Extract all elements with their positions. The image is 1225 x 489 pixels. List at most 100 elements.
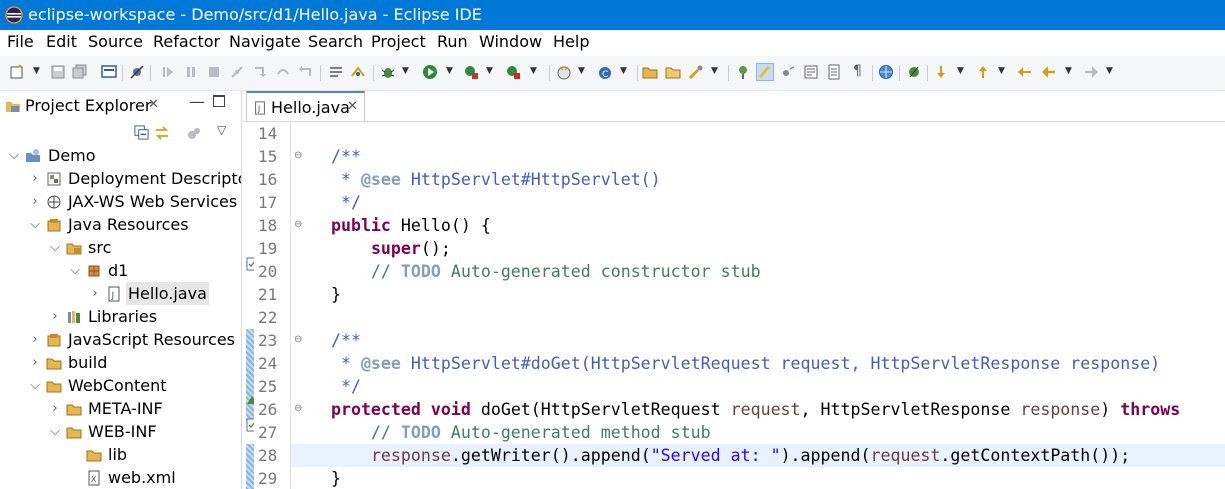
tree-item-d1[interactable]: ⌵ d1 (0, 259, 241, 282)
chevron-right-icon[interactable]: › (29, 167, 41, 190)
show-whitespace-icon[interactable] (803, 64, 819, 80)
tree-item-src[interactable]: ⌵ src (0, 236, 241, 259)
block-selection-icon[interactable] (780, 64, 796, 80)
previous-annotation-icon[interactable] (975, 64, 991, 80)
chevron-down-icon[interactable]: ⌵ (29, 213, 41, 236)
tree-item-build[interactable]: › build (0, 351, 241, 374)
save-icon[interactable] (50, 64, 66, 80)
step-into-icon[interactable] (252, 64, 268, 80)
web-browser-icon[interactable] (878, 64, 894, 80)
menu-navigate[interactable]: Navigate (229, 30, 301, 54)
tree-item-meta-inf[interactable]: › META-INF (0, 397, 241, 420)
tree-item-jax-ws[interactable]: › JAX-WS Web Services (0, 190, 241, 213)
forward-icon[interactable] (1083, 64, 1099, 80)
chevron-right-icon[interactable]: › (49, 305, 61, 328)
minimize-icon[interactable]: — (189, 92, 205, 111)
next-annotation-dropdown-icon[interactable]: ▼ (957, 66, 964, 76)
code-line[interactable]: // TODO Auto-generated constructor stub (291, 260, 1225, 283)
code-line[interactable]: */ (291, 375, 1225, 398)
link-with-editor-icon[interactable] (154, 125, 170, 141)
tree-item-java-resources[interactable]: ⌵ Java Resources (0, 213, 241, 236)
new-java-class-icon[interactable]: C (597, 64, 613, 80)
editor-tab-hello-java[interactable]: J Hello.java ✕ (246, 91, 365, 121)
chevron-right-icon[interactable]: › (89, 282, 101, 305)
focus-icon[interactable] (186, 125, 202, 141)
close-icon[interactable]: ✕ (148, 97, 159, 112)
menu-source[interactable]: Source (88, 30, 143, 54)
debug-dropdown-icon[interactable]: ▼ (402, 66, 409, 76)
run-icon[interactable] (422, 64, 438, 80)
menu-refactor[interactable]: Refactor (153, 30, 220, 54)
new-server-icon[interactable] (556, 64, 572, 80)
previous-annotation-dropdown-icon[interactable]: ▼ (998, 66, 1005, 76)
code-line[interactable]: response.getWriter().append("Served at: … (291, 444, 1225, 467)
chevron-down-icon[interactable]: ⌵ (29, 374, 41, 397)
tree-item-deployment-descriptor[interactable]: › Deployment Descriptor (0, 167, 241, 190)
code-line[interactable]: * @see HttpServlet#HttpServlet() (291, 168, 1225, 191)
tree-item-libraries[interactable]: › Libraries (0, 305, 241, 328)
menu-window[interactable]: Window (479, 30, 542, 54)
code-editor[interactable]: /** * @see HttpServlet#HttpServlet() */ … (291, 122, 1225, 489)
code-line[interactable]: } (291, 467, 1225, 489)
code-line[interactable] (291, 122, 1225, 145)
chevron-right-icon[interactable]: › (29, 190, 41, 213)
tree-item-web-xml[interactable]: X web.xml (0, 466, 241, 489)
menu-search[interactable]: Search (308, 30, 363, 54)
new-server-dropdown-icon[interactable]: ▼ (578, 66, 585, 76)
new-class-dropdown-icon[interactable]: ▼ (620, 66, 627, 76)
code-line[interactable]: /** (291, 145, 1225, 168)
forward-dropdown-icon[interactable]: ▼ (1106, 66, 1113, 76)
open-task-icon[interactable] (665, 64, 681, 80)
chevron-right-icon[interactable]: › (29, 351, 41, 374)
tree-item-webcontent[interactable]: ⌵ WebContent (0, 374, 241, 397)
code-line[interactable]: super(); (291, 237, 1225, 260)
chevron-right-icon[interactable]: › (49, 397, 61, 420)
chevron-down-icon[interactable]: ⌵ (69, 259, 81, 282)
search-icon[interactable] (688, 64, 704, 80)
tree-item-lib[interactable]: lib (0, 443, 241, 466)
step-over-icon[interactable] (275, 64, 291, 80)
view-menu-icon[interactable]: ▽ (217, 123, 226, 137)
search-dropdown-icon[interactable]: ▼ (711, 66, 718, 76)
menu-edit[interactable]: Edit (46, 30, 77, 54)
last-edit-location-icon[interactable] (1017, 64, 1033, 80)
next-annotation-icon[interactable] (933, 64, 949, 80)
chevron-right-icon[interactable]: › (29, 328, 41, 351)
code-line[interactable]: public Hello() { (291, 214, 1225, 237)
new-icon[interactable] (9, 64, 25, 80)
server-dropdown-icon[interactable]: ▼ (530, 66, 537, 76)
code-line[interactable]: */ (291, 191, 1225, 214)
disconnect-icon[interactable] (229, 64, 245, 80)
back-icon[interactable] (1041, 64, 1057, 80)
close-icon[interactable]: ✕ (347, 99, 358, 114)
chevron-down-icon[interactable]: ⌵ (49, 420, 61, 443)
new-dropdown-icon[interactable]: ▼ (33, 66, 40, 76)
run-server-icon[interactable] (505, 64, 521, 80)
tree-item-hello-java[interactable]: › J Hello.java (0, 282, 241, 305)
menu-project[interactable]: Project (371, 30, 426, 54)
skip-breakpoints-icon[interactable] (129, 64, 145, 80)
tree-item-web-inf[interactable]: ⌵ WEB-INF (0, 420, 241, 443)
run-coverage-icon[interactable] (463, 64, 479, 80)
run-dropdown-icon[interactable]: ▼ (446, 66, 453, 76)
pilcrow-icon[interactable]: ¶ (853, 63, 862, 79)
debug-icon[interactable] (380, 64, 396, 80)
menu-help[interactable]: Help (553, 30, 589, 54)
code-line[interactable]: // TODO Auto-generated method stub (291, 421, 1225, 444)
suspend-icon[interactable] (183, 64, 199, 80)
code-line[interactable]: protected void doGet(HttpServletRequest … (291, 398, 1225, 421)
show-source-icon[interactable] (826, 64, 842, 80)
run-last-tool-icon[interactable] (906, 64, 922, 80)
maximize-icon[interactable] (213, 95, 225, 107)
debug-config-icon[interactable] (350, 64, 366, 80)
resume-icon[interactable] (160, 64, 176, 80)
code-line[interactable]: /** (291, 329, 1225, 352)
code-line[interactable]: } (291, 283, 1225, 306)
project-explorer-tab[interactable]: Project Explorer ✕ — (0, 91, 241, 121)
open-console-icon[interactable] (101, 64, 117, 80)
chevron-down-icon[interactable]: ⌵ (8, 144, 20, 167)
collapse-all-icon[interactable] (134, 125, 149, 140)
open-type-icon[interactable] (642, 64, 658, 80)
coverage-dropdown-icon[interactable]: ▼ (486, 66, 493, 76)
menu-run[interactable]: Run (437, 30, 468, 54)
